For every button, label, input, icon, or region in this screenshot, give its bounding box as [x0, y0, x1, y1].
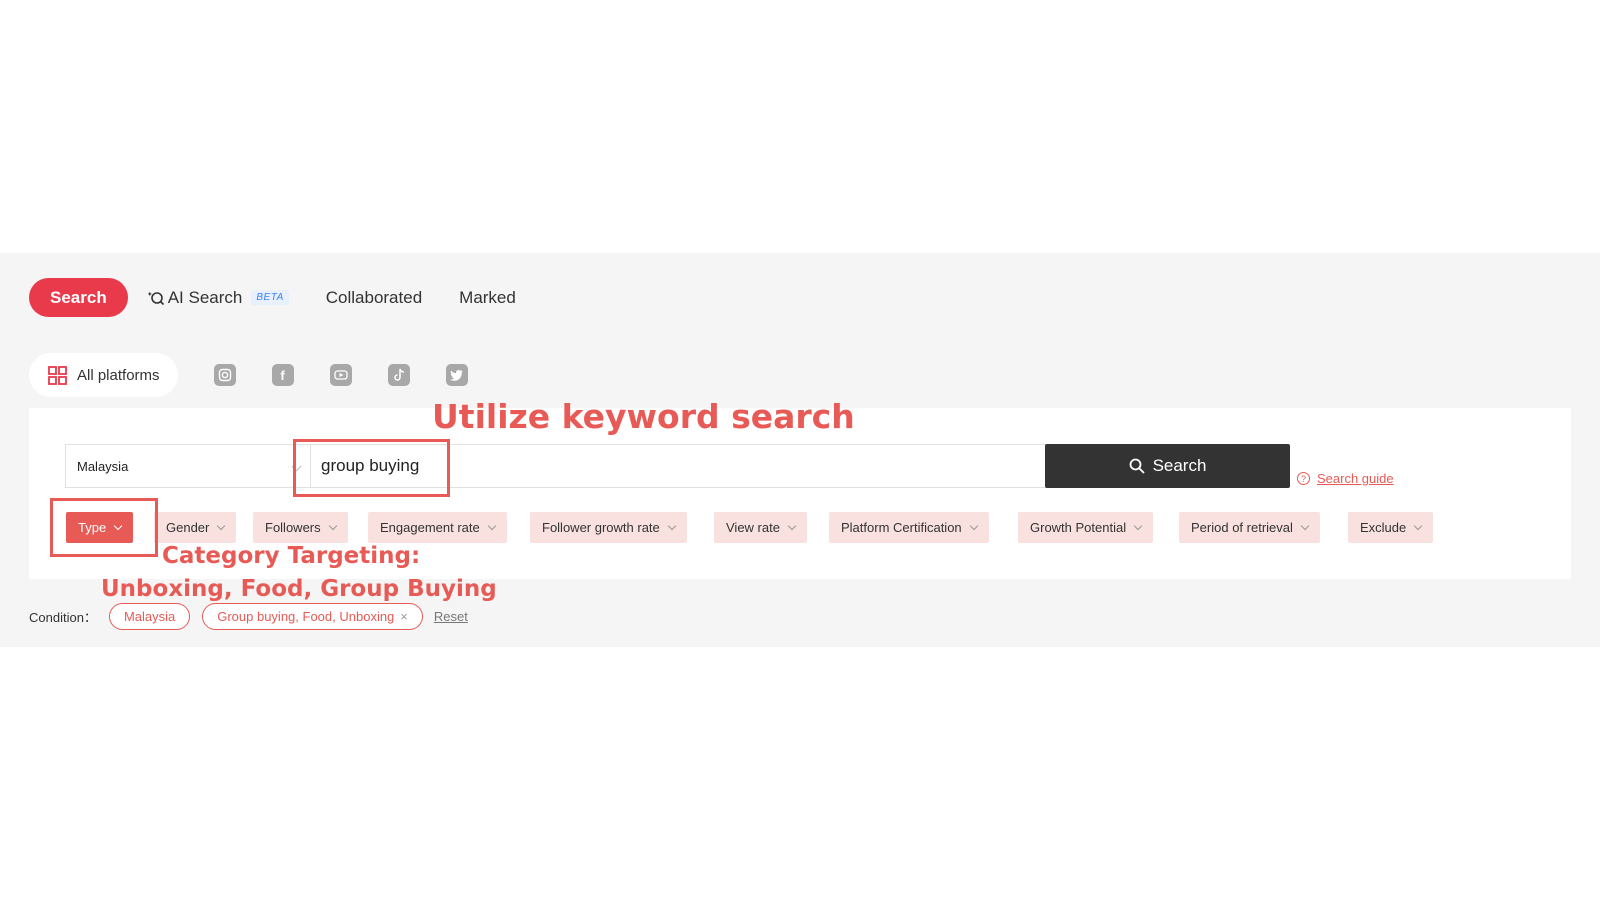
- filter-label: Follower growth rate: [542, 520, 660, 535]
- tab-ai-search[interactable]: AI Search BETA: [147, 288, 289, 308]
- filter-period-of-retrieval[interactable]: Period of retrieval: [1179, 512, 1320, 543]
- platform-selector: All platforms f: [29, 353, 468, 397]
- country-select[interactable]: Malaysia: [65, 444, 310, 488]
- chevron-down-icon: [667, 521, 677, 530]
- search-button-label: Search: [1152, 456, 1207, 475]
- search-guide-label: Search guide: [1317, 471, 1394, 486]
- chevron-down-icon: [487, 521, 496, 530]
- ai-search-icon: [147, 291, 164, 305]
- tab-search[interactable]: Search: [29, 278, 128, 317]
- tab-collaborated[interactable]: Collaborated: [326, 288, 422, 308]
- filter-platform-certification[interactable]: Platform Certification: [829, 512, 989, 543]
- help-icon: ?: [1297, 472, 1310, 485]
- close-icon[interactable]: ×: [400, 609, 408, 624]
- chevron-down-icon: [1133, 521, 1143, 530]
- condition-tag-label: Group buying, Food, Unboxing: [217, 609, 395, 624]
- tiktok-icon[interactable]: [387, 364, 410, 386]
- filter-label: View rate: [726, 520, 780, 535]
- condition-tag[interactable]: Malaysia: [108, 603, 191, 630]
- grid-icon: [48, 365, 67, 385]
- filter-label: Growth Potential: [1030, 520, 1127, 535]
- chevron-down-icon: [787, 521, 797, 530]
- chevron-down-icon: [1414, 521, 1423, 530]
- chevron-down-icon: [969, 521, 978, 530]
- condition-tag[interactable]: Group buying, Food, Unboxing ×: [202, 603, 423, 630]
- search-guide-link[interactable]: ? Search guide: [1297, 471, 1394, 486]
- filter-label: Gender: [166, 520, 210, 535]
- filter-label: Period of retrieval: [1191, 520, 1293, 535]
- filter-label: Engagement rate: [380, 520, 480, 535]
- search-icon: [1129, 458, 1145, 474]
- tab-search-label: Search: [50, 287, 107, 307]
- filter-growth-potential[interactable]: Growth Potential: [1018, 512, 1154, 543]
- beta-badge: BETA: [251, 290, 289, 305]
- search-mode-tabs: Search AI Search BETA Collaborated Marke…: [29, 278, 516, 317]
- tab-marked[interactable]: Marked: [459, 288, 516, 308]
- tab-ai-search-label: AI Search: [167, 287, 243, 307]
- filter-label: Exclude: [1360, 520, 1407, 535]
- twitter-icon[interactable]: [445, 364, 468, 386]
- filter-gender[interactable]: Gender: [154, 512, 237, 543]
- filter-follower-growth-rate[interactable]: Follower growth rate: [530, 512, 687, 543]
- all-platforms-label: All platforms: [77, 366, 160, 384]
- chevron-down-icon: [217, 521, 226, 530]
- youtube-icon[interactable]: [329, 364, 352, 386]
- filter-exclude[interactable]: Exclude: [1348, 512, 1434, 543]
- tab-collaborated-label: Collaborated: [325, 287, 423, 307]
- search-button[interactable]: Search: [1045, 444, 1290, 488]
- filter-label: Platform Certification: [841, 520, 962, 535]
- facebook-icon[interactable]: f: [271, 364, 294, 386]
- instagram-icon[interactable]: [213, 364, 236, 386]
- all-platforms-button[interactable]: All platforms: [29, 353, 178, 397]
- chevron-down-icon: [1300, 521, 1310, 530]
- filter-followers[interactable]: Followers: [253, 512, 348, 543]
- category-annotation-line1: Category Targeting:: [162, 543, 421, 569]
- condition-label: Condition：: [29, 610, 97, 625]
- keyword-annotation: Utilize keyword search: [432, 397, 855, 436]
- condition-row: Condition： Malaysia Group buying, Food, …: [29, 603, 468, 630]
- type-highlight-box: [50, 498, 158, 557]
- filter-bar: Type Gender Followers Engagement rate Fo…: [0, 512, 1600, 543]
- filter-view-rate[interactable]: View rate: [714, 512, 807, 543]
- tab-marked-label: Marked: [459, 287, 516, 307]
- filter-label: Followers: [265, 520, 321, 535]
- chevron-down-icon: [328, 521, 337, 530]
- category-annotation-line2: Unboxing, Food, Group Buying: [101, 576, 497, 602]
- filter-engagement-rate[interactable]: Engagement rate: [368, 512, 507, 543]
- country-select-value: Malaysia: [77, 458, 129, 474]
- reset-link[interactable]: Reset: [434, 609, 468, 624]
- keyword-highlight-box: [293, 439, 450, 497]
- condition-tag-label: Malaysia: [123, 609, 176, 624]
